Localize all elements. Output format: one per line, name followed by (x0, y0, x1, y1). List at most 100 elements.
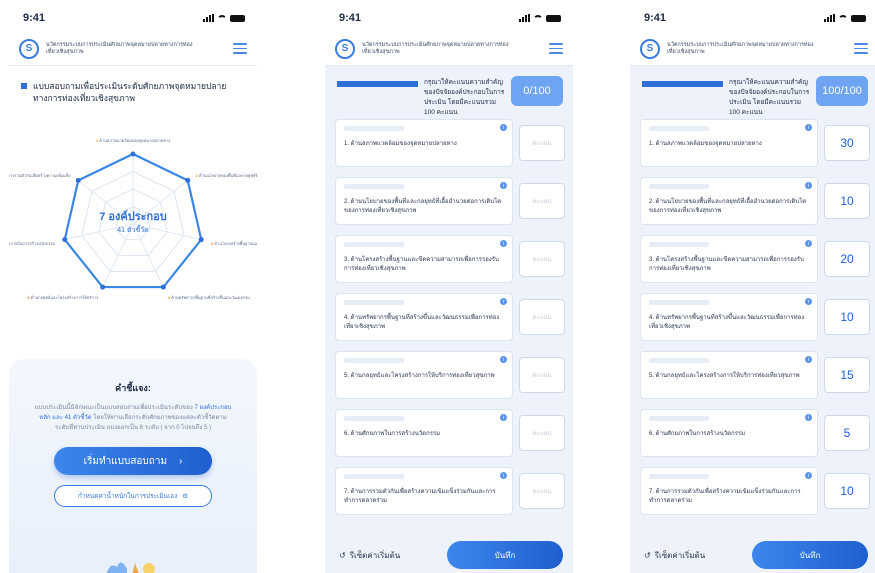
score-input[interactable]: 10 (824, 183, 870, 219)
status-bar: 9:41 (630, 4, 875, 32)
app-header: S นวัตกรรมระบบการประเมินศักยภาพจุดหมายปล… (325, 32, 573, 66)
heading-bullet-icon (642, 81, 723, 87)
info-icon[interactable]: i (805, 414, 812, 421)
indicator-card[interactable]: i 7. ด้านการรวมตัวกันเพื่อสร้างความเข้มแข… (335, 467, 513, 515)
app-logo-icon[interactable]: S (19, 38, 39, 59)
score-input[interactable]: คะแนน (519, 241, 565, 277)
score-input[interactable]: 20 (824, 241, 870, 277)
radar-vertex-dot (100, 284, 106, 290)
indicator-card[interactable]: i 5. ด้านกลยุทธ์และโครงสร้างการให้บริการท… (640, 351, 818, 399)
app-logo-icon[interactable]: S (335, 38, 355, 59)
hamburger-menu-icon[interactable] (854, 43, 868, 54)
indicator-card[interactable]: i 1. ด้านสภาพแวดล้อมของจุดหมายปลายทาง (640, 119, 818, 167)
reset-button[interactable]: ↺ รีเซ็ตค่าเริ่มต้น (339, 549, 400, 562)
score-input[interactable]: คะแนน (519, 299, 565, 335)
weight-row: i 2. ด้านนโยบายของพื้นที่และกลยุทธ์ที่เอื… (640, 172, 870, 230)
score-input[interactable]: คะแนน (519, 415, 565, 451)
status-icons (519, 14, 561, 22)
heading-bullet-icon (21, 83, 27, 89)
indicator-card[interactable]: i 5. ด้านกลยุทธ์และโครงสร้างการให้บริการท… (335, 351, 513, 399)
indicator-label: 1. ด้านสภาพแวดล้อมของจุดหมายปลายทาง (344, 141, 457, 147)
custom-weight-button[interactable]: กำหนดค่าน้ำหนักในการประเมินเอง ⚙ (54, 485, 212, 507)
app-title: นวัตกรรมระบบการประเมินศักยภาพจุดหมายปลาย… (362, 41, 509, 55)
radar-vertex-dot (62, 237, 68, 243)
battery-icon (546, 14, 561, 22)
custom-weight-label: กำหนดค่าน้ำหนักในการประเมินเอง (77, 493, 178, 500)
radar-vertex-dot (185, 177, 191, 183)
radar-component-text: ด้านกลยุทธ์และโครงสร้างการให้บริการ (31, 295, 100, 301)
instructions-pre: แบบประเมินนี้มีลักษณะเป็นแบบสอบถามเพื่อป… (34, 405, 193, 411)
wifi-icon (838, 14, 848, 22)
indicator-card[interactable]: i 6. ด้านศักยภาพในการสร้างนวัตกรรม (335, 409, 513, 457)
signal-icon (824, 14, 835, 22)
card-subtitle-placeholder (649, 184, 709, 189)
score-input[interactable]: คะแนน (519, 125, 565, 161)
app-logo-icon[interactable]: S (640, 38, 660, 59)
wifi-icon (217, 14, 227, 22)
info-icon[interactable]: i (805, 298, 812, 305)
start-survey-button[interactable]: เริ่มทำแบบสอบถาม › (54, 447, 212, 475)
heading-bullet-icon (337, 81, 418, 87)
indicator-label: 5. ด้านกลยุทธ์และโครงสร้างการให้บริการท่… (649, 373, 800, 379)
radar-component-text: ด้านนโยบายของพื้นที่และกลยุทธ์ที่เอื้ออำ… (199, 171, 257, 179)
indicator-card[interactable]: i 3. ด้านโครงสร้างพื้นฐานและขีดความสามารถ… (335, 235, 513, 283)
info-icon[interactable]: i (500, 240, 507, 247)
weight-row: i 4. ด้านทรัพยากรพื้นฐานที่สร้างขึ้นและวั… (335, 288, 565, 346)
status-icons (203, 14, 245, 22)
score-input[interactable]: 10 (824, 473, 870, 509)
radar-chart: 7 องค์ประกอบ 41 ตัวชี้วัด 1 ด้านสภาพแวดล… (9, 138, 257, 301)
card-subtitle-placeholder (649, 300, 709, 305)
status-time: 9:41 (644, 12, 667, 24)
indicator-card[interactable]: i 2. ด้านนโยบายของพื้นที่และกลยุทธ์ที่เอื… (335, 177, 513, 225)
info-icon[interactable]: i (500, 182, 507, 189)
info-icon[interactable]: i (500, 472, 507, 479)
indicator-card[interactable]: i 1. ด้านสภาพแวดล้อมของจุดหมายปลายทาง (335, 119, 513, 167)
indicator-card[interactable]: i 3. ด้านโครงสร้างพื้นฐานและขีดความสามารถ… (640, 235, 818, 283)
card-subtitle-placeholder (344, 416, 404, 421)
indicator-card[interactable]: i 4. ด้านทรัพยากรพื้นฐานที่สร้างขึ้นและวั… (640, 293, 818, 341)
info-icon[interactable]: i (805, 356, 812, 363)
battery-icon (230, 14, 245, 22)
hamburger-menu-icon[interactable] (233, 43, 247, 54)
decorative-illustration (106, 562, 155, 573)
wifi-icon (533, 14, 543, 22)
total-score-badge: 100/100 (816, 76, 868, 106)
score-input[interactable]: คะแนน (519, 473, 565, 509)
card-subtitle-placeholder (344, 358, 404, 363)
info-icon[interactable]: i (805, 240, 812, 247)
reset-label: รีเซ็ตค่าเริ่มต้น (654, 550, 706, 560)
score-input[interactable]: 15 (824, 357, 870, 393)
indicator-card[interactable]: i 6. ด้านศักยภาพในการสร้างนวัตกรรม (640, 409, 818, 457)
weight-row: i 6. ด้านศักยภาพในการสร้างนวัตกรรม คะแนน (335, 404, 565, 462)
radar-component-label: 6 ด้านศักยภาพในการสร้างนวัตกรรม (9, 241, 55, 246)
reset-button[interactable]: ↺ รีเซ็ตค่าเริ่มต้น (644, 549, 705, 562)
survey-heading-text: แบบสอบถามเพื่อประเมินระดับศักยภาพจุดหมาย… (33, 81, 227, 103)
score-input[interactable]: คะแนน (519, 183, 565, 219)
info-icon[interactable]: i (500, 124, 507, 131)
score-input[interactable]: คะแนน (519, 357, 565, 393)
indicator-label: 6. ด้านศักยภาพในการสร้างนวัตกรรม (344, 431, 441, 437)
hamburger-menu-icon[interactable] (549, 43, 563, 54)
score-input[interactable]: 30 (824, 125, 870, 161)
indicator-label: 6. ด้านศักยภาพในการสร้างนวัตกรรม (649, 431, 746, 437)
status-bar: 9:41 (9, 4, 257, 32)
score-input[interactable]: 5 (824, 415, 870, 451)
indicator-card[interactable]: i 2. ด้านนโยบายของพื้นที่และกลยุทธ์ที่เอื… (640, 177, 818, 225)
info-icon[interactable]: i (805, 124, 812, 131)
save-button[interactable]: บันทึก (752, 541, 868, 569)
info-icon[interactable]: i (500, 356, 507, 363)
card-subtitle-placeholder (649, 358, 709, 363)
card-subtitle-placeholder (649, 126, 709, 131)
radar-component-text: ด้านศักยภาพในการสร้างนวัตกรรม (9, 241, 55, 246)
app-header: S นวัตกรรมระบบการประเมินศักยภาพจุดหมายปล… (9, 32, 257, 66)
info-icon[interactable]: i (805, 182, 812, 189)
score-input[interactable]: 10 (824, 299, 870, 335)
indicator-card[interactable]: i 7. ด้านการรวมตัวกันเพื่อสร้างความเข้มแข… (640, 467, 818, 515)
indicator-card[interactable]: i 4. ด้านทรัพยากรพื้นฐานที่สร้างขึ้นและวั… (335, 293, 513, 341)
info-icon[interactable]: i (805, 472, 812, 479)
info-icon[interactable]: i (500, 414, 507, 421)
info-icon[interactable]: i (500, 298, 507, 305)
gear-icon: ⚙ (182, 493, 189, 500)
save-button[interactable]: บันทึก (447, 541, 563, 569)
radar-vertex-dot (160, 284, 166, 290)
